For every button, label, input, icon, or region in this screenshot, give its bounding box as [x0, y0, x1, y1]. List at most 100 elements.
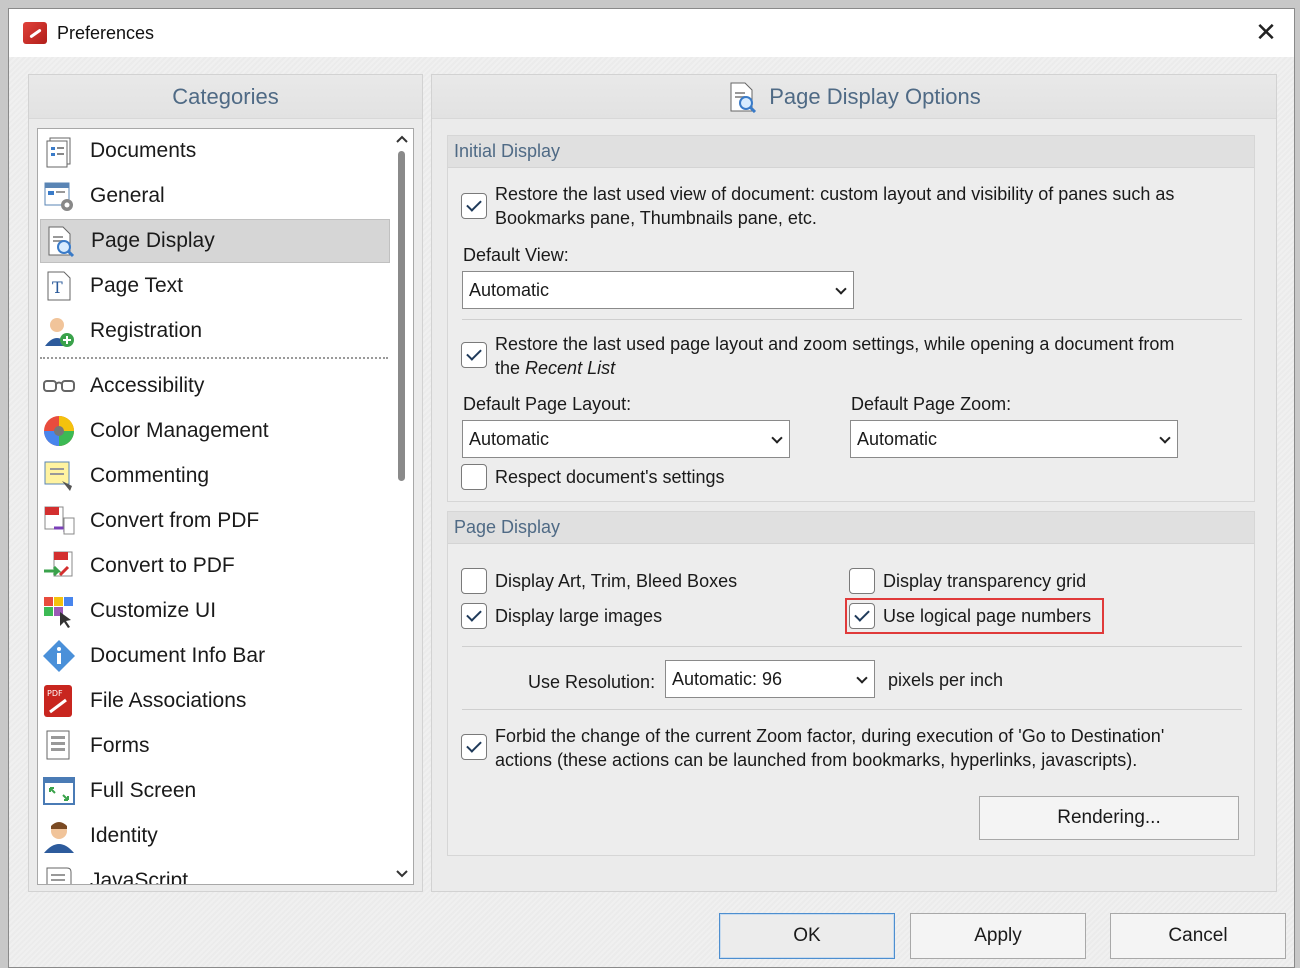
category-full-screen[interactable]: Full Screen — [40, 769, 390, 813]
category-label: Accessibility — [90, 374, 205, 397]
display-large-images-label: Display large images — [495, 606, 663, 626]
glasses-icon — [42, 369, 76, 403]
page-display-icon — [43, 224, 77, 258]
default-view-select[interactable]: Automatic — [462, 271, 854, 309]
category-forms[interactable]: Forms — [40, 724, 390, 768]
identity-icon — [42, 819, 76, 853]
restore-layout-label-line1: Restore the last used page layout and zo… — [495, 334, 1175, 354]
documents-icon — [42, 134, 76, 168]
category-identity[interactable]: Identity — [40, 814, 390, 858]
default-layout-select[interactable]: Automatic — [462, 420, 790, 458]
default-layout-label: Default Page Layout: — [463, 394, 632, 414]
category-label: Convert to PDF — [90, 554, 235, 577]
category-documents[interactable]: Documents — [40, 129, 390, 173]
category-convert-from-pdf[interactable]: Convert from PDF — [40, 499, 390, 543]
default-zoom-value: Automatic — [857, 429, 938, 449]
restore-layout-checkbox[interactable] — [461, 342, 487, 368]
options-title: Page Display Options — [769, 83, 981, 109]
category-label: Page Display — [91, 229, 215, 252]
cancel-button[interactable]: Cancel — [1110, 913, 1286, 959]
preferences-dialog: Preferences ✕ Categories Documents Gener… — [8, 8, 1295, 968]
javascript-icon — [42, 864, 76, 884]
categories-scrollbar[interactable] — [391, 129, 413, 884]
category-label: Commenting — [90, 464, 210, 487]
initial-display-title: Initial Display — [448, 136, 1254, 168]
svg-text:T: T — [52, 278, 63, 297]
categories-list[interactable]: Documents General Page Display T Page Te… — [37, 128, 414, 885]
chevron-down-icon — [1159, 432, 1171, 444]
respect-settings-checkbox[interactable] — [461, 464, 487, 490]
respect-settings-label: Respect document's settings — [495, 467, 725, 487]
use-resolution-label: Use Resolution: — [528, 672, 656, 692]
initial-display-group: Initial Display Restore the last used vi… — [447, 135, 1255, 502]
resolution-value: Automatic: 96 — [672, 669, 783, 689]
category-general[interactable]: General — [40, 174, 390, 218]
category-registration[interactable]: Registration — [40, 309, 390, 353]
category-customize-ui[interactable]: Customize UI — [40, 589, 390, 633]
category-label: Registration — [90, 319, 203, 342]
customize-ui-icon — [42, 594, 76, 628]
restore-view-checkbox[interactable] — [461, 193, 487, 219]
display-art-label: Display Art, Trim, Bleed Boxes — [495, 571, 738, 591]
default-view-value: Automatic — [469, 280, 550, 300]
default-zoom-select[interactable]: Automatic — [850, 420, 1178, 458]
category-label: Convert from PDF — [90, 509, 260, 532]
category-label: Documents — [90, 139, 197, 162]
category-label: Full Screen — [90, 779, 197, 802]
category-label: Color Management — [90, 419, 269, 442]
default-view-label: Default View: — [463, 245, 569, 265]
category-color-management[interactable]: Color Management — [40, 409, 390, 453]
scroll-up-icon[interactable] — [391, 129, 413, 151]
category-file-associations[interactable]: PDF File Associations — [40, 679, 390, 723]
category-accessibility[interactable]: Accessibility — [40, 364, 390, 408]
options-header: Page Display Options — [432, 75, 1276, 119]
forbid-zoom-change-checkbox[interactable] — [461, 734, 487, 760]
apply-button[interactable]: Apply — [910, 913, 1086, 959]
pdf-file-icon: PDF — [42, 684, 76, 718]
scroll-down-icon[interactable] — [391, 862, 413, 884]
display-transparency-label: Display transparency grid — [883, 571, 1087, 591]
category-convert-to-pdf[interactable]: Convert to PDF — [40, 544, 390, 588]
section-divider — [462, 646, 1242, 647]
section-divider — [462, 709, 1242, 710]
use-logical-page-numbers-label: Use logical page numbers — [883, 606, 1092, 626]
category-label: Forms — [90, 734, 150, 757]
display-art-checkbox[interactable] — [461, 568, 487, 594]
commenting-icon — [42, 459, 76, 493]
categories-panel: Categories Documents General Page Displa… — [28, 74, 423, 892]
restore-layout-label-line2: the Recent List — [495, 358, 616, 378]
page-display-group: Page Display Display Art, Trim, Bleed Bo… — [447, 511, 1255, 856]
category-label: Page Text — [90, 274, 184, 297]
title-bar: Preferences ✕ — [9, 9, 1294, 57]
display-transparency-checkbox[interactable] — [849, 568, 875, 594]
category-commenting[interactable]: Commenting — [40, 454, 390, 498]
resolution-select[interactable]: Automatic: 96 — [665, 660, 875, 698]
forbid-zoom-label-line1: Forbid the change of the current Zoom fa… — [495, 726, 1165, 746]
window-title: Preferences — [57, 22, 155, 43]
category-separator — [40, 357, 388, 359]
chevron-down-icon — [771, 432, 783, 444]
pixels-per-inch-label: pixels per inch — [888, 670, 1004, 690]
category-page-display[interactable]: Page Display — [40, 219, 390, 263]
close-button[interactable]: ✕ — [1252, 19, 1280, 47]
default-layout-value: Automatic — [469, 429, 550, 449]
category-label: Document Info Bar — [90, 644, 266, 667]
info-icon — [42, 639, 76, 673]
categories-header: Categories — [29, 75, 422, 119]
restore-view-label-line2: Bookmarks pane, Thumbnails pane, etc. — [495, 208, 817, 228]
category-javascript[interactable]: JavaScript — [40, 859, 390, 884]
use-logical-page-numbers-checkbox[interactable] — [849, 603, 875, 629]
rendering-button[interactable]: Rendering... — [979, 796, 1239, 840]
default-zoom-label: Default Page Zoom: — [851, 394, 1012, 414]
category-label: Customize UI — [90, 599, 217, 622]
forms-icon — [42, 729, 76, 763]
category-document-info-bar[interactable]: Document Info Bar — [40, 634, 390, 678]
scrollbar-thumb[interactable] — [398, 151, 405, 481]
chevron-down-icon — [856, 672, 868, 684]
display-large-images-checkbox[interactable] — [461, 603, 487, 629]
page-text-icon: T — [42, 269, 76, 303]
registration-icon — [42, 314, 76, 348]
svg-text:PDF: PDF — [47, 689, 63, 698]
category-page-text[interactable]: T Page Text — [40, 264, 390, 308]
ok-button[interactable]: OK — [719, 913, 895, 959]
